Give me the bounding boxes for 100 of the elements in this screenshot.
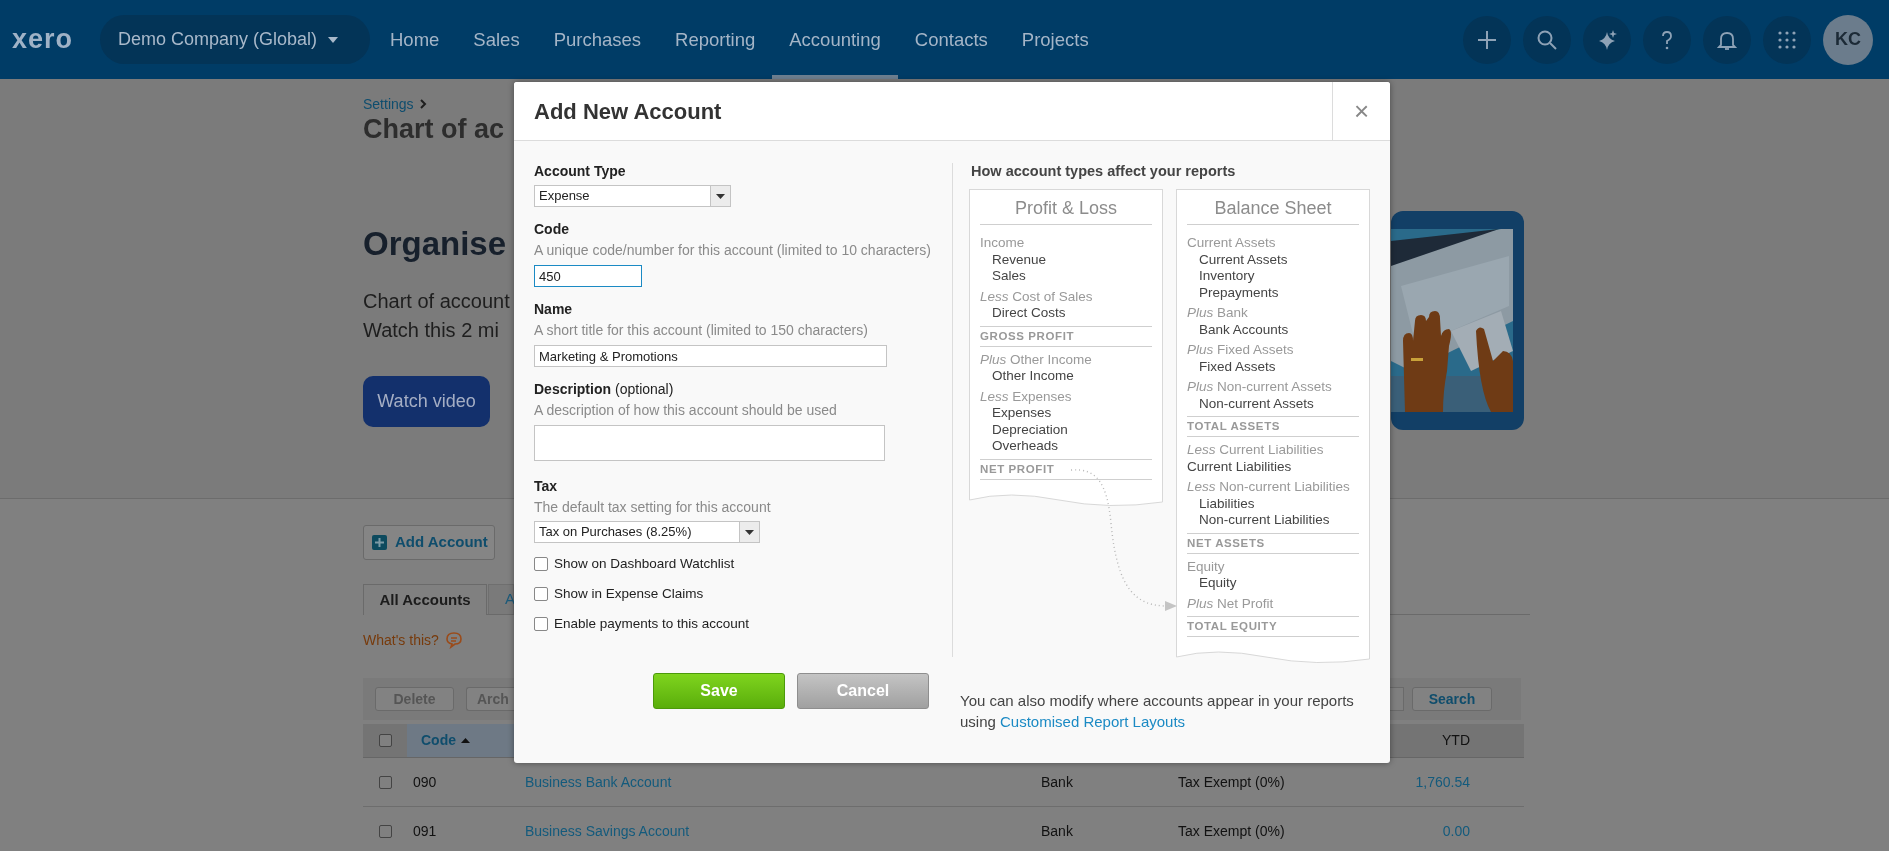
report-group: Plus Non-current Assets	[1187, 379, 1359, 396]
report-line: Non-current Liabilities	[1198, 512, 1331, 529]
checkbox[interactable]	[534, 617, 548, 631]
checkbox[interactable]	[378, 775, 392, 789]
report-line: Non-current Assets	[1198, 395, 1315, 412]
report-total: NET PROFIT	[980, 458, 1152, 480]
plus-icon	[372, 535, 387, 550]
report-line: Current Liabilities	[1187, 458, 1293, 475]
account-link[interactable]: Business Bank Account	[525, 773, 672, 790]
cancel-button[interactable]: Cancel	[797, 673, 929, 709]
amount-link[interactable]: 0.00	[1442, 820, 1470, 842]
report-layouts-link[interactable]: Customised Report Layouts	[1000, 713, 1186, 730]
report-line: Other Income	[991, 368, 1075, 385]
report-total: TOTAL EQUITY	[1187, 616, 1359, 637]
field-label: Code	[534, 219, 569, 239]
add-account-button[interactable]: Add Account	[363, 525, 495, 560]
input-field[interactable]: 450	[534, 265, 642, 287]
report-line: Direct Costs	[991, 305, 1067, 322]
report-group: Plus Bank	[1187, 305, 1359, 322]
add-button[interactable]	[1463, 15, 1511, 64]
save-button[interactable]: Save	[653, 673, 785, 709]
notifications-button[interactable]	[1703, 15, 1751, 64]
checkbox-label: Show in Expense Claims	[554, 584, 704, 603]
app-logo[interactable]: xero	[0, 19, 100, 60]
dropdown[interactable]: Tax on Purchases (8.25%)	[534, 521, 760, 543]
breadcrumb-link[interactable]: Settings	[363, 93, 414, 115]
sort-arrow-icon	[461, 737, 470, 744]
report-line: Liabilities	[1198, 495, 1256, 512]
watch-video-button[interactable]: Watch video	[363, 376, 490, 427]
field-label: Tax	[534, 476, 558, 496]
nav-link[interactable]: Contacts	[897, 0, 1005, 79]
checkbox-label: Enable payments to this account	[554, 614, 750, 633]
report-line: Prepayments	[1198, 284, 1280, 301]
report-group: Current Assets	[1187, 235, 1359, 252]
amount-link[interactable]: 1,760.54	[1415, 771, 1470, 793]
report-total: GROSS PROFIT	[980, 325, 1152, 347]
report-title: Profit & Loss	[980, 196, 1152, 225]
tab[interactable]: All Accounts	[363, 584, 487, 615]
search-field[interactable]	[1390, 687, 1404, 711]
input-field[interactable]: Marketing & Promotions	[534, 345, 887, 367]
help-text: A description of how this account should be used	[534, 401, 838, 419]
checkbox-label: Show on Dashboard Watchlist	[554, 554, 735, 573]
column-header[interactable]: YTD	[1400, 724, 1524, 757]
help-text: A unique code/number for this account (limited to 10 characters)	[534, 241, 932, 259]
report-line: Overheads	[991, 438, 1060, 455]
assistant-button[interactable]	[1583, 15, 1631, 64]
speech-bubble-icon	[444, 631, 463, 649]
report-group: Plus Fixed Assets	[1187, 342, 1359, 359]
help-link[interactable]: What's this?	[363, 629, 439, 651]
checkbox[interactable]	[378, 734, 392, 747]
user-avatar[interactable]: KC	[1823, 14, 1873, 65]
apps-button[interactable]	[1763, 15, 1811, 64]
report-group: Plus Other Income	[980, 351, 1152, 368]
report-group: Less Current Liabilities	[1187, 442, 1359, 459]
caret-icon	[745, 529, 754, 535]
report-group: Income	[980, 235, 1152, 252]
checkbox[interactable]	[534, 557, 548, 571]
table-cell: Tax Exempt (0%)	[1178, 822, 1285, 839]
dropdown[interactable]: Expense	[534, 185, 731, 207]
caret-icon	[716, 193, 725, 199]
nav-link[interactable]: Reporting	[658, 0, 773, 79]
report-group: Plus Net Profit	[1187, 595, 1359, 612]
report-group: Less Expenses	[980, 388, 1152, 405]
nav-link[interactable]: Sales	[456, 0, 537, 79]
field-label: Name	[534, 299, 573, 319]
table-cell: Bank	[1041, 773, 1073, 790]
nav-link[interactable]: Purchases	[536, 0, 659, 79]
report-line: Depreciation	[991, 421, 1069, 438]
account-link[interactable]: Business Savings Account	[525, 822, 690, 839]
nav-link[interactable]: Accounting	[772, 0, 898, 79]
report-line: Current Assets	[1198, 251, 1289, 268]
report-line: Equity	[1198, 575, 1238, 592]
close-button[interactable]: ×	[1332, 82, 1390, 140]
plus-icon	[1476, 28, 1498, 51]
report-total: NET ASSETS	[1187, 532, 1359, 554]
search-button[interactable]	[1523, 15, 1571, 64]
checkbox[interactable]	[534, 587, 548, 601]
page-title: Chart of ac	[363, 113, 506, 145]
caret-icon	[327, 35, 340, 44]
report-line: Bank Accounts	[1198, 321, 1290, 338]
textarea-field[interactable]	[534, 425, 885, 461]
chevron-icon	[419, 99, 427, 109]
checkbox[interactable]	[378, 824, 392, 838]
nav-link[interactable]: Home	[373, 0, 457, 79]
report-line: Expenses	[991, 405, 1053, 422]
nav-link[interactable]: Projects	[1004, 0, 1106, 79]
field-label: Account Type	[534, 161, 626, 181]
search-button[interactable]: Search	[1412, 687, 1492, 711]
table-cell: Bank	[1041, 822, 1073, 839]
organisation-selector[interactable]: Demo Company (Global)	[100, 15, 370, 64]
search-icon	[1536, 28, 1558, 51]
field-note: (optional)	[615, 379, 674, 399]
banner-heading: Organise	[363, 225, 508, 263]
report-group: Less Cost of Sales	[980, 288, 1152, 305]
report-total: TOTAL ASSETS	[1187, 416, 1359, 437]
help-button[interactable]	[1643, 15, 1691, 64]
table-cell: Tax Exempt (0%)	[1178, 773, 1285, 790]
table-cell: 091	[413, 822, 437, 839]
report-title: Balance Sheet	[1187, 196, 1359, 225]
banner-text: Watch this 2 mi	[363, 318, 500, 343]
